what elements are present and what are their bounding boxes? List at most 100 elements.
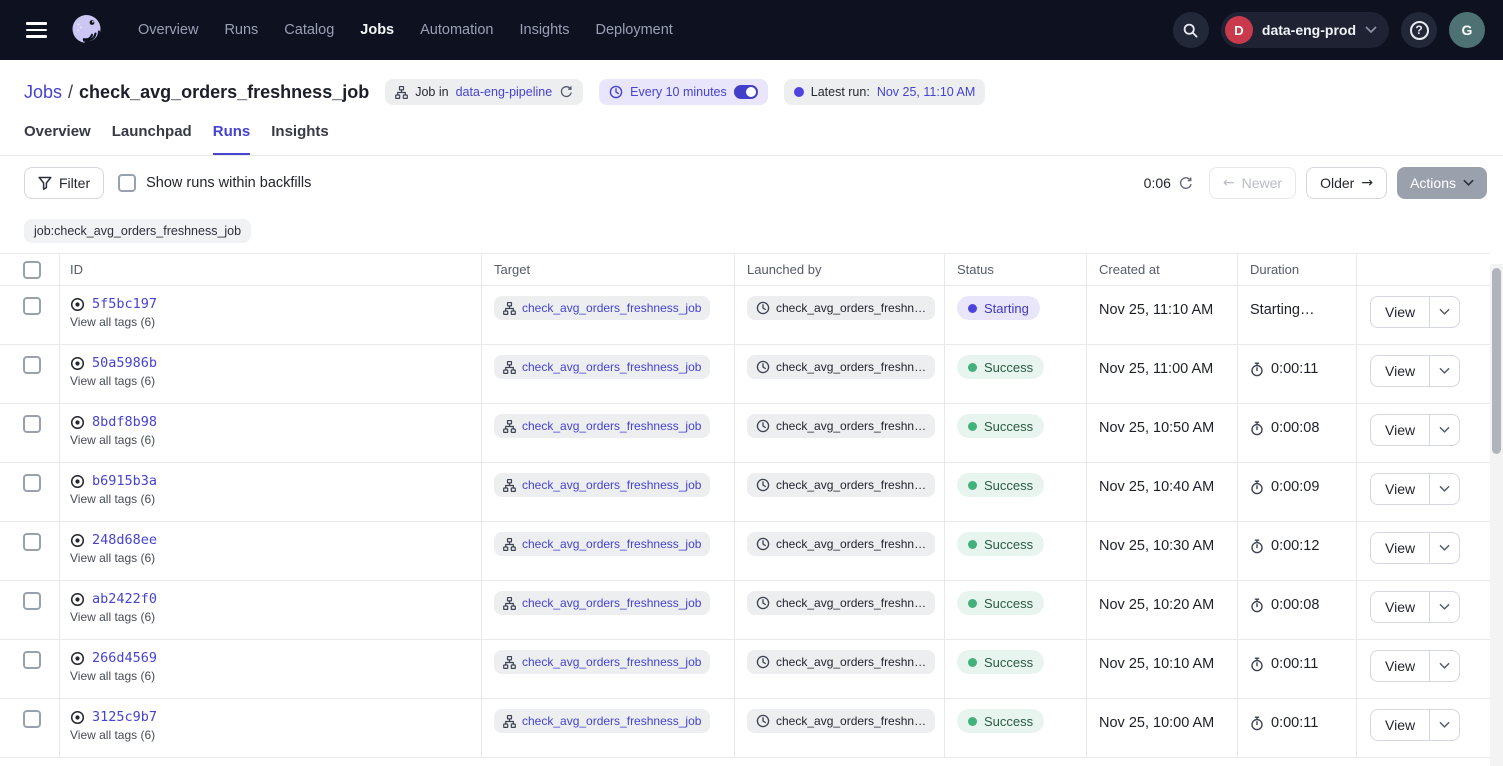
- table-row: 5f5bc197 View all tags (6) check_avg_ord…: [0, 286, 1490, 345]
- run-id-link[interactable]: 248d68ee: [92, 532, 157, 548]
- launched-by-tag[interactable]: check_avg_orders_freshn…: [747, 650, 935, 674]
- search-button[interactable]: [1173, 12, 1209, 48]
- breadcrumb-jobs-link[interactable]: Jobs: [24, 82, 62, 103]
- select-all-checkbox[interactable]: [23, 261, 41, 279]
- nav-overview[interactable]: Overview: [138, 22, 198, 38]
- view-all-tags-link[interactable]: View all tags (6): [70, 728, 155, 742]
- tab-overview[interactable]: Overview: [24, 123, 91, 155]
- row-checkbox[interactable]: [23, 533, 41, 551]
- nav-runs[interactable]: Runs: [224, 22, 258, 38]
- launched-by-tag[interactable]: check_avg_orders_freshn…: [747, 709, 935, 733]
- created-at-value: Nov 25, 11:00 AM: [1087, 345, 1238, 403]
- row-checkbox[interactable]: [23, 710, 41, 728]
- menu-icon[interactable]: [18, 12, 54, 48]
- nav-automation[interactable]: Automation: [420, 22, 493, 38]
- filter-button[interactable]: Filter: [24, 167, 104, 199]
- view-dropdown-button[interactable]: [1429, 415, 1459, 445]
- latest-run-link[interactable]: Nov 25, 11:10 AM: [877, 85, 975, 99]
- filter-icon: [38, 176, 52, 190]
- view-run-button[interactable]: View: [1371, 415, 1429, 445]
- view-run-button[interactable]: View: [1371, 533, 1429, 563]
- schedule-toggle[interactable]: [734, 85, 758, 99]
- run-id-link[interactable]: 50a5986b: [92, 355, 157, 371]
- nav-deployment[interactable]: Deployment: [595, 22, 672, 38]
- help-button[interactable]: ?: [1401, 12, 1437, 48]
- run-id-link[interactable]: 5f5bc197: [92, 296, 157, 312]
- stopwatch-icon: [1250, 421, 1264, 436]
- view-all-tags-link[interactable]: View all tags (6): [70, 669, 155, 683]
- nav-jobs[interactable]: Jobs: [360, 22, 394, 38]
- launched-by-tag[interactable]: check_avg_orders_freshn…: [747, 473, 935, 497]
- actions-button[interactable]: Actions: [1397, 167, 1487, 199]
- view-run-button[interactable]: View: [1371, 474, 1429, 504]
- runs-toolbar: Filter Show runs within backfills 0:06 ←…: [0, 156, 1503, 199]
- run-id-link[interactable]: 8bdf8b98: [92, 414, 157, 430]
- newer-button[interactable]: ← Newer: [1209, 167, 1296, 199]
- view-dropdown-button[interactable]: [1429, 710, 1459, 740]
- view-all-tags-link[interactable]: View all tags (6): [70, 374, 155, 388]
- view-dropdown-button[interactable]: [1429, 356, 1459, 386]
- target-tag[interactable]: check_avg_orders_freshness_job: [494, 473, 710, 497]
- target-tag[interactable]: check_avg_orders_freshness_job: [494, 355, 710, 379]
- dagster-logo-icon[interactable]: [66, 10, 106, 50]
- duration-value: 0:00:08: [1271, 597, 1319, 613]
- run-id-link[interactable]: ab2422f0: [92, 591, 157, 607]
- user-avatar[interactable]: G: [1449, 12, 1485, 48]
- row-checkbox[interactable]: [23, 474, 41, 492]
- target-tag[interactable]: check_avg_orders_freshness_job: [494, 532, 710, 556]
- launched-by-tag[interactable]: check_avg_orders_freshn…: [747, 591, 935, 615]
- older-button[interactable]: Older →: [1306, 167, 1387, 199]
- view-dropdown-button[interactable]: [1429, 474, 1459, 504]
- tab-insights[interactable]: Insights: [271, 123, 329, 155]
- row-checkbox[interactable]: [23, 592, 41, 610]
- vertical-scrollbar[interactable]: [1490, 264, 1503, 766]
- tab-runs[interactable]: Runs: [213, 123, 251, 155]
- schedule-badge[interactable]: Every 10 minutes: [599, 79, 768, 105]
- target-tag[interactable]: check_avg_orders_freshness_job: [494, 296, 710, 320]
- scrollbar-thumb[interactable]: [1492, 268, 1501, 454]
- target-tag[interactable]: check_avg_orders_freshness_job: [494, 709, 710, 733]
- view-dropdown-button[interactable]: [1429, 297, 1459, 327]
- view-run-button[interactable]: View: [1371, 651, 1429, 681]
- view-run-button[interactable]: View: [1371, 297, 1429, 327]
- launched-by-tag[interactable]: check_avg_orders_freshn…: [747, 355, 935, 379]
- nav-insights[interactable]: Insights: [519, 22, 569, 38]
- col-id: ID: [60, 254, 482, 285]
- launched-by-tag[interactable]: check_avg_orders_freshn…: [747, 532, 935, 556]
- pipeline-link[interactable]: data-eng-pipeline: [456, 85, 553, 99]
- view-dropdown-button[interactable]: [1429, 533, 1459, 563]
- view-run-button[interactable]: View: [1371, 710, 1429, 740]
- row-checkbox[interactable]: [23, 415, 41, 433]
- run-id-link[interactable]: 266d4569: [92, 650, 157, 666]
- row-checkbox[interactable]: [23, 356, 41, 374]
- view-run-button[interactable]: View: [1371, 356, 1429, 386]
- view-all-tags-link[interactable]: View all tags (6): [70, 433, 155, 447]
- target-tag[interactable]: check_avg_orders_freshness_job: [494, 650, 710, 674]
- view-dropdown-button[interactable]: [1429, 592, 1459, 622]
- row-checkbox[interactable]: [23, 651, 41, 669]
- nav-catalog[interactable]: Catalog: [284, 22, 334, 38]
- view-all-tags-link[interactable]: View all tags (6): [70, 551, 155, 565]
- view-all-tags-link[interactable]: View all tags (6): [70, 610, 155, 624]
- target-tag[interactable]: check_avg_orders_freshness_job: [494, 414, 710, 438]
- tab-launchpad[interactable]: Launchpad: [112, 123, 192, 155]
- job-filter-chip[interactable]: job:check_avg_orders_freshness_job: [24, 219, 251, 243]
- refresh-icon[interactable]: [1178, 176, 1193, 191]
- view-run-button[interactable]: View: [1371, 592, 1429, 622]
- run-id-link[interactable]: 3125c9b7: [92, 709, 157, 725]
- view-all-tags-link[interactable]: View all tags (6): [70, 492, 155, 506]
- job-hierarchy-icon: [395, 86, 408, 99]
- row-checkbox[interactable]: [23, 297, 41, 315]
- view-dropdown-button[interactable]: [1429, 651, 1459, 681]
- run-target-icon: [70, 356, 85, 371]
- launched-by-tag[interactable]: check_avg_orders_freshn…: [747, 414, 935, 438]
- workspace-switcher[interactable]: D data-eng-prod: [1221, 12, 1389, 48]
- target-tag[interactable]: check_avg_orders_freshness_job: [494, 591, 710, 615]
- reload-location-icon[interactable]: [559, 85, 573, 99]
- run-id-link[interactable]: b6915b3a: [92, 473, 157, 489]
- job-hierarchy-icon: [503, 420, 516, 433]
- launched-by-tag[interactable]: check_avg_orders_freshn…: [747, 296, 935, 320]
- job-hierarchy-icon: [503, 656, 516, 669]
- backfills-checkbox[interactable]: [118, 174, 136, 192]
- view-all-tags-link[interactable]: View all tags (6): [70, 315, 155, 329]
